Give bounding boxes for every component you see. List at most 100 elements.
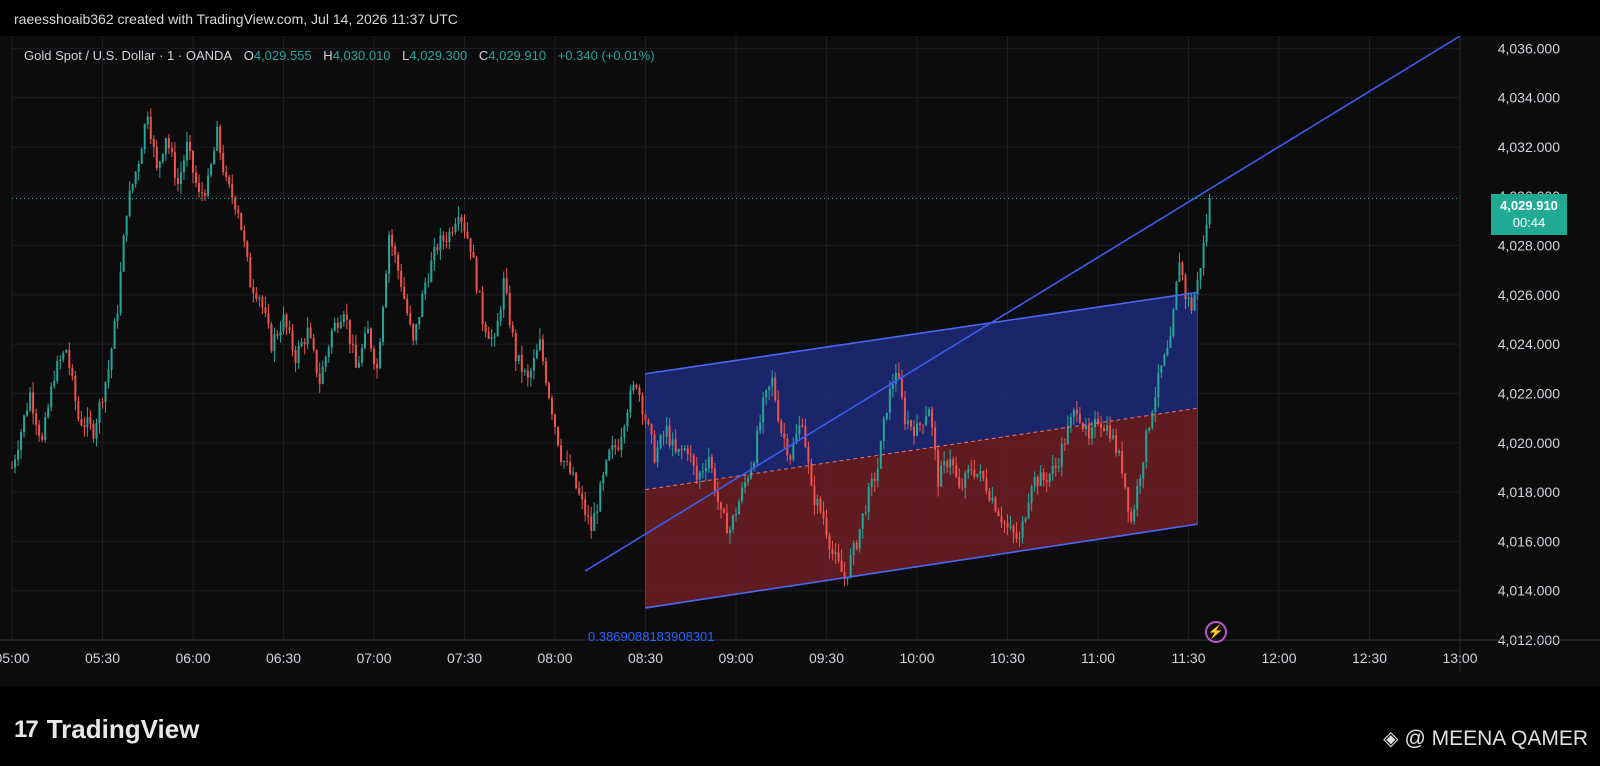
candle-body — [508, 292, 511, 326]
ohlc-legend: Gold Spot / U.S. Dollar · 1 · OANDA O4,0… — [24, 48, 655, 63]
candle-body — [958, 476, 961, 488]
candle-body — [17, 450, 20, 460]
candle-body — [80, 418, 83, 426]
candle-body — [988, 491, 991, 501]
candle-body — [421, 294, 424, 318]
candle-body — [219, 126, 222, 153]
candle-body — [481, 292, 484, 325]
candle-body — [1048, 473, 1051, 482]
candle-body — [406, 298, 409, 314]
candle-body — [828, 535, 831, 550]
candle-body — [333, 322, 336, 331]
candle-body — [216, 126, 219, 151]
candle-body — [89, 417, 92, 424]
candle-body — [698, 472, 701, 480]
time-tick-label: 09:30 — [809, 650, 844, 666]
candle-body — [979, 471, 982, 474]
candle-body — [110, 348, 113, 370]
open-label: O — [243, 48, 254, 63]
candle-body — [653, 434, 656, 463]
candle-body — [867, 486, 870, 513]
candle-body — [837, 552, 840, 561]
candle-body — [146, 116, 149, 125]
candle-body — [710, 456, 713, 469]
time-axis: 05:00 05:30 06:00 06:30 07:00 07:30 08:00 08:30… — [0, 639, 1600, 666]
lightning-icon[interactable]: ⚡ — [1205, 621, 1227, 643]
candle-body — [575, 472, 578, 489]
candle-body — [563, 461, 566, 463]
candle-body — [243, 229, 246, 242]
candle-body — [490, 336, 493, 339]
tradingview-logo[interactable]: 17 TradingView — [14, 714, 199, 745]
candle-body — [578, 488, 581, 494]
price-chart[interactable]: 4,036.0004,034.0004,032.0004,030.0004,02… — [0, 0, 1600, 686]
candle-body — [560, 445, 563, 463]
candle-body — [1133, 509, 1136, 522]
candle-body — [704, 468, 707, 472]
candle-body — [599, 483, 602, 512]
candle-body — [1051, 465, 1054, 474]
candle-body — [593, 513, 596, 531]
candle-body — [900, 378, 903, 398]
candle-body — [674, 439, 677, 453]
candle-body — [11, 467, 13, 469]
candle-body — [916, 423, 918, 436]
candle-body — [493, 336, 496, 338]
candle-body — [735, 514, 737, 516]
candle-body — [641, 395, 644, 415]
candle-body — [285, 314, 288, 328]
candle-body — [650, 423, 653, 435]
price-tick-label: 4,026.000 — [1498, 287, 1560, 303]
candle-body — [101, 401, 104, 403]
candle-body — [1063, 443, 1066, 445]
candle-body — [931, 409, 934, 428]
candle-body — [756, 430, 759, 464]
candle-body — [572, 472, 575, 474]
candle-body — [225, 172, 228, 177]
candle-body — [864, 512, 867, 514]
candle-body — [1042, 472, 1045, 481]
candle-body — [813, 485, 816, 506]
time-tick-label: 08:00 — [537, 650, 572, 666]
candle-body — [176, 178, 179, 184]
candle-body — [134, 171, 137, 185]
candle-body — [1024, 517, 1027, 522]
candle-body — [789, 455, 792, 460]
candle-body — [1178, 262, 1181, 282]
candle-body — [1015, 532, 1018, 539]
candle-body — [439, 235, 442, 251]
candle-body — [140, 149, 143, 164]
candle-body — [934, 427, 937, 450]
candle-body — [119, 271, 122, 314]
symbol-name[interactable]: Gold Spot / U.S. Dollar · 1 · OANDA — [24, 48, 232, 63]
candle-body — [167, 137, 170, 148]
candle-body — [41, 435, 44, 440]
candle-body — [1075, 409, 1078, 415]
candle-body — [363, 333, 366, 349]
watermark-text: @ MEENA QAMER — [1404, 726, 1588, 750]
candle-body — [1036, 476, 1039, 487]
candle-body — [246, 241, 249, 258]
candle-body — [638, 387, 641, 396]
candle-body — [590, 516, 593, 531]
candle-body — [584, 499, 587, 516]
candle-body — [502, 278, 505, 310]
candle-body — [391, 234, 394, 247]
candle-body — [339, 321, 342, 329]
candle-body — [47, 407, 50, 418]
candle-body — [424, 282, 427, 295]
time-tick-label: 06:30 — [266, 650, 301, 666]
footer-bar — [0, 686, 1600, 766]
candle-body — [342, 314, 345, 322]
candle-body — [928, 409, 931, 417]
candle-body — [991, 497, 994, 501]
candle-body — [897, 372, 900, 379]
candle-body — [692, 454, 695, 466]
candle-body — [716, 491, 719, 502]
candle-body — [303, 342, 306, 345]
candle-body — [912, 426, 915, 436]
candle-body — [602, 474, 605, 484]
candle-body — [472, 251, 475, 258]
candle-body — [430, 260, 433, 282]
candle-body — [529, 370, 532, 378]
